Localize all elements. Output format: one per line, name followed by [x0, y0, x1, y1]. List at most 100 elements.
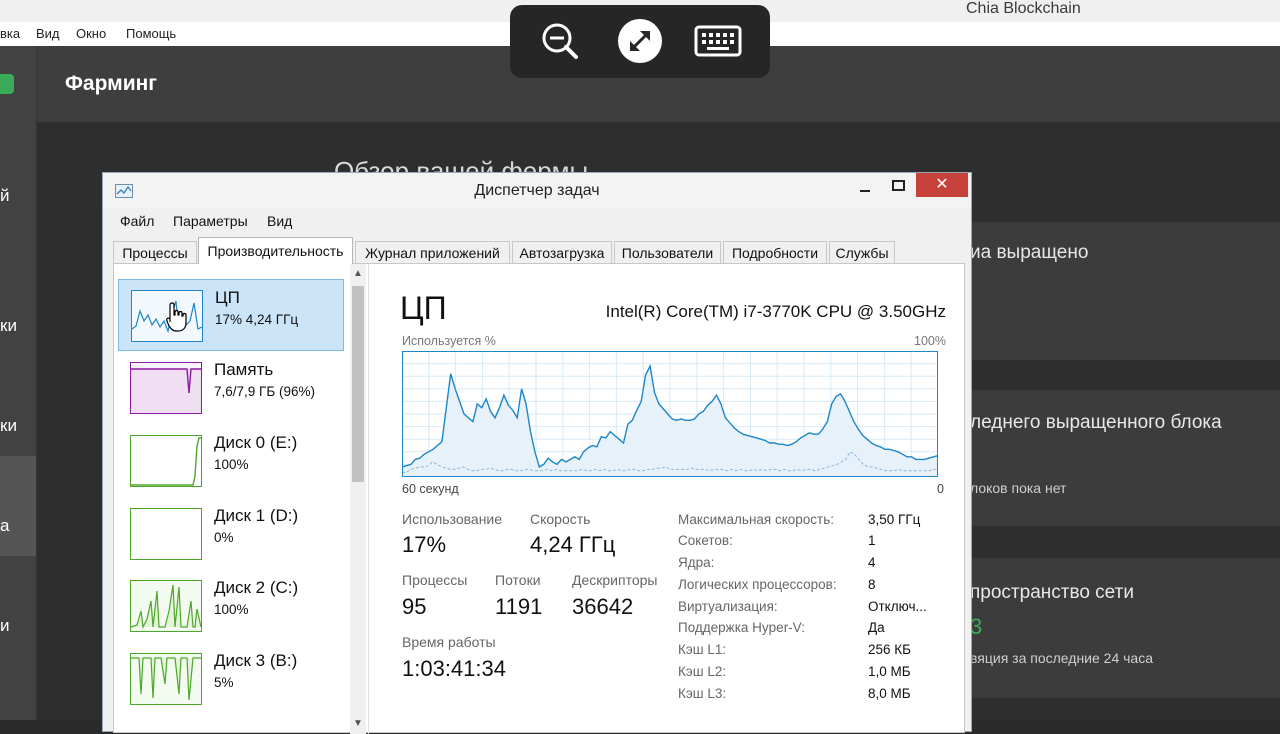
graph-y-max: 100%: [914, 334, 946, 348]
prop-value: 1,0 МБ: [868, 664, 911, 679]
scroll-thumb[interactable]: [352, 286, 364, 482]
chia-menu-help[interactable]: Помощь: [126, 26, 176, 41]
sidebar-item-farming[interactable]: а: [0, 516, 9, 536]
resource-value: 100%: [214, 457, 249, 472]
tm-window-title: Диспетчер задач: [474, 182, 600, 199]
prop-value: Да: [868, 620, 885, 635]
disk2-thumbnail: [130, 580, 202, 632]
disk0-thumbnail: [130, 435, 202, 487]
card-subtitle: локов пока нет: [970, 480, 1067, 496]
menu-view[interactable]: Вид: [267, 213, 292, 229]
chia-menu-edit[interactable]: вка: [0, 26, 20, 41]
prop-value: 4: [868, 555, 876, 570]
prop-key: Виртуализация:: [678, 599, 778, 614]
resource-value: 17% 4,24 ГГц: [215, 312, 299, 327]
card-last-block: леднего выращенного блока локов пока нет: [960, 390, 1280, 526]
resource-name: Память: [214, 360, 274, 379]
disk3-thumbnail: [130, 653, 202, 705]
tab-users[interactable]: Пользователи: [614, 241, 721, 263]
speed-value: 4,24 ГГц: [530, 532, 616, 557]
chia-window-title: Chia Blockchain: [966, 0, 1081, 17]
resource-item-disk3[interactable]: Диск 3 (B:) 5%: [118, 643, 344, 715]
prop-value: 1: [868, 533, 876, 548]
scroll-up-icon[interactable]: ▲: [350, 268, 366, 282]
remote-connection-icon[interactable]: [618, 19, 662, 63]
cpu-model: Intel(R) Core(TM) i7-3770K CPU @ 3.50GHz: [605, 302, 946, 321]
minimize-button[interactable]: [855, 177, 877, 199]
resource-value: 7,6/7,9 ГБ (96%): [214, 384, 315, 399]
task-manager-window: Диспетчер задач ✕ Файл Параметры Вид Про…: [102, 172, 972, 734]
resource-item-cpu[interactable]: ЦП 17% 4,24 ГГц: [118, 279, 344, 351]
tm-menubar: Файл Параметры Вид: [103, 207, 971, 231]
resource-item-disk1[interactable]: Диск 1 (D:) 0%: [118, 498, 344, 570]
threads-value: 1191: [495, 594, 543, 619]
prop-key: Кэш L3:: [678, 686, 727, 701]
chia-sidebar: й ки ки а и: [0, 46, 36, 720]
threads-label: Потоки: [495, 572, 541, 588]
maximize-button[interactable]: [889, 177, 911, 199]
sidebar-active-item[interactable]: [0, 456, 36, 556]
graph-x-span: 60 секунд: [402, 482, 459, 496]
cpu-detail-panel: ЦП Intel(R) Core(TM) i7-3770K CPU @ 3.50…: [384, 264, 954, 734]
prop-key: Максимальная скорость:: [678, 512, 835, 527]
prop-value: 256 КБ: [868, 642, 911, 657]
zoom-out-icon[interactable]: [540, 21, 580, 61]
menu-file[interactable]: Файл: [120, 213, 154, 229]
remote-toolbar: [510, 5, 770, 78]
sidebar-item-5[interactable]: и: [0, 616, 10, 636]
usage-value: 17%: [402, 532, 447, 557]
prop-key: Кэш L1:: [678, 642, 727, 657]
disk1-thumbnail: [130, 508, 202, 560]
memory-thumbnail: [130, 362, 202, 414]
prop-key: Поддержка Hyper-V:: [678, 620, 805, 635]
tm-tabs: Процессы Производительность Журнал прило…: [113, 237, 963, 264]
tab-services[interactable]: Службы: [829, 241, 895, 263]
prop-key: Логических процессоров:: [678, 577, 837, 592]
tab-processes[interactable]: Процессы: [113, 241, 197, 263]
resource-value: 0%: [214, 530, 234, 545]
sidebar-item-3[interactable]: ки: [0, 416, 17, 436]
resource-list: ЦП 17% 4,24 ГГц Память 7,6/7,9 ГБ (96%) …: [114, 264, 368, 734]
menu-options[interactable]: Параметры: [173, 213, 248, 229]
handles-value: 36642: [572, 594, 634, 619]
cpu-usage-graph: [401, 351, 939, 477]
processes-value: 95: [402, 594, 427, 619]
graph-x-end: 0: [937, 482, 944, 496]
tab-details[interactable]: Подробности: [723, 241, 827, 263]
prop-value: 3,50 ГГц: [868, 512, 921, 527]
resource-item-disk0[interactable]: Диск 0 (E:) 100%: [118, 425, 344, 497]
tab-startup[interactable]: Автозагрузка: [512, 241, 612, 263]
chia-menu-view[interactable]: Вид: [36, 26, 60, 41]
keyboard-icon[interactable]: [694, 21, 742, 61]
resource-item-disk2[interactable]: Диск 2 (C:) 100%: [118, 570, 344, 642]
prop-key: Ядра:: [678, 555, 715, 570]
graph-y-label: Используется %: [402, 334, 496, 348]
resource-name: Диск 2 (C:): [214, 578, 299, 597]
resource-list-scrollbar[interactable]: ▲ ▼: [350, 264, 366, 734]
close-button[interactable]: ✕: [916, 173, 968, 197]
tab-performance[interactable]: Производительность: [198, 237, 353, 264]
resource-name: Диск 3 (B:): [214, 651, 298, 670]
resource-value: 5%: [214, 675, 234, 690]
card-title: пространство сети: [970, 582, 1134, 603]
usage-label: Использование: [402, 511, 503, 527]
prop-value: 8: [868, 577, 876, 592]
scroll-down-icon[interactable]: ▼: [350, 718, 366, 732]
hand-cursor-icon: [166, 302, 188, 337]
chia-logo-icon: [0, 74, 14, 94]
sidebar-item-2[interactable]: ки: [0, 316, 17, 336]
sidebar-item-1[interactable]: й: [0, 186, 10, 206]
resource-name: Диск 0 (E:): [214, 433, 298, 452]
cpu-graph-svg: [401, 351, 939, 477]
prop-key: Кэш L2:: [678, 664, 727, 679]
cpu-title: ЦП: [400, 290, 447, 326]
tab-app-history[interactable]: Журнал приложений: [355, 241, 510, 263]
resource-item-memory[interactable]: Память 7,6/7,9 ГБ (96%): [118, 352, 344, 424]
chia-menu-window[interactable]: Окно: [76, 26, 106, 41]
handles-label: Дескрипторы: [572, 572, 658, 588]
card-network-space: пространство сети 3 вяция за последние 2…: [960, 558, 1280, 698]
panel-divider: [368, 264, 369, 734]
card-subtitle: вяция за последние 24 часа: [970, 650, 1154, 666]
speed-label: Скорость: [530, 511, 591, 527]
tm-titlebar[interactable]: Диспетчер задач ✕: [103, 173, 971, 207]
